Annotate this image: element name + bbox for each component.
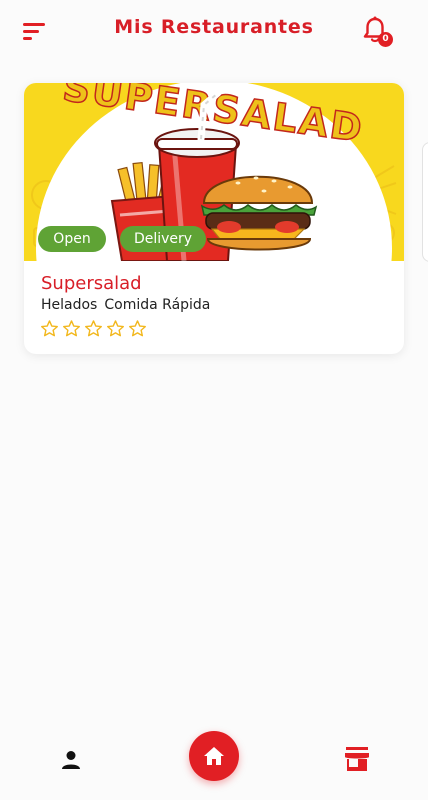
bottom-navigation [0, 720, 428, 800]
side-drawer-handle[interactable] [422, 142, 428, 262]
restaurant-banner-image: SUPERSALAD Open Delivery [24, 83, 404, 261]
home-icon [204, 747, 224, 765]
status-badge-open: Open [38, 226, 106, 252]
restaurant-categories: Helados Comida Rápida [41, 297, 217, 313]
star-rating [40, 319, 147, 338]
app-header: Mis Restaurantes 0 [0, 0, 428, 66]
category-label: Comida Rápida [104, 297, 211, 313]
restaurant-card[interactable]: SUPERSALAD Open Delivery Supersalad Hela… [24, 83, 404, 354]
star-outline-icon [41, 320, 58, 337]
nav-profile-button[interactable] [59, 748, 83, 772]
nav-store-button[interactable] [343, 745, 371, 773]
restaurant-name: Supersalad [41, 273, 142, 294]
store-icon [345, 747, 369, 771]
star-outline-icon [107, 320, 124, 337]
star-outline-icon [63, 320, 80, 337]
star-outline-icon [85, 320, 102, 337]
notifications-button[interactable]: 0 [362, 16, 393, 48]
star-outline-icon [129, 320, 146, 337]
category-label: Helados [41, 297, 98, 313]
person-icon [62, 751, 80, 769]
notification-count-badge: 0 [378, 32, 393, 47]
delivery-badge: Delivery [120, 226, 206, 252]
nav-home-button[interactable] [189, 731, 239, 781]
